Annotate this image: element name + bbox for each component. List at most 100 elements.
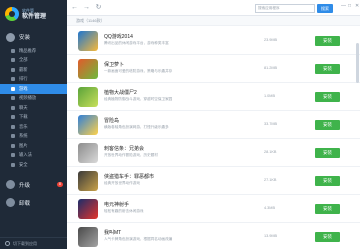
app-row[interactable]: 植物大战僵尸2 经典植物防御战斗游戏，穿越时空保卫家园 1.0MB 安装 xyxy=(67,83,360,111)
uninstall-icon xyxy=(6,198,15,207)
logo-small-text: 软件管 xyxy=(22,7,34,13)
app-icon xyxy=(78,31,98,51)
search-button[interactable]: 搜索 xyxy=(317,4,333,13)
sidebar-item-featured[interactable]: 精品推荐 xyxy=(0,46,67,56)
app-description: 一款画面可爱的塔防游戏，策略与乐趣并存 xyxy=(104,69,173,73)
install-button[interactable]: 安装 xyxy=(315,36,340,46)
app-row[interactable]: 我叫MT 人气卡牌角色扮演游戏，根据同名动画改编 13.9MB 安装 xyxy=(67,223,360,249)
sidebar-item-download[interactable]: 下载 xyxy=(0,113,67,123)
sidebar-section-upgrade[interactable]: 升级 8 xyxy=(0,176,67,194)
sidebar-item-label: 安全 xyxy=(19,161,28,167)
install-button[interactable]: 安装 xyxy=(315,204,340,214)
app-description: 人气卡牌角色扮演游戏，根据同名动画改编 xyxy=(104,237,173,241)
system-icon xyxy=(11,134,15,139)
search-input[interactable]: 搜索应用程序 xyxy=(255,4,315,13)
logo-main-text: 软件管理 xyxy=(22,13,47,20)
sidebar-item-all[interactable]: 全部 xyxy=(0,56,67,66)
sidebar-item-chat[interactable]: 聊天 xyxy=(0,103,67,113)
ranking-icon xyxy=(11,77,15,82)
app-icon xyxy=(78,115,98,135)
app-size: 27.1KB xyxy=(264,178,277,182)
all-icon xyxy=(11,58,15,63)
latest-icon xyxy=(11,67,15,72)
app-row[interactable]: 侠盗猎车手：罪恶都市 经典开放世界动作游戏 27.1KB 安装 xyxy=(67,167,360,195)
sidebar-item-label: 系统 xyxy=(19,133,28,139)
app-name: 侠盗猎车手：罪恶都市 xyxy=(104,174,155,180)
keyboard-icon xyxy=(11,153,15,158)
app-logo: 软件管 软件管理 xyxy=(0,0,67,28)
search-placeholder: 搜索应用程序 xyxy=(258,6,280,10)
sidebar-item-label: 图片 xyxy=(19,142,28,148)
download-circle-icon xyxy=(5,241,10,246)
sidebar-item-label: 排行 xyxy=(19,76,28,82)
sidebar-item-images[interactable]: 图片 xyxy=(0,141,67,151)
install-button[interactable]: 安装 xyxy=(315,64,340,74)
upgrade-count-badge: 8 xyxy=(57,182,63,187)
sidebar-section-label: 升级 xyxy=(19,182,31,189)
app-icon xyxy=(78,143,98,163)
app-name: 保卫萝卜 xyxy=(104,62,125,68)
sidebar-item-label: 全部 xyxy=(19,57,28,63)
app-size: 81.2MB xyxy=(264,66,278,70)
app-icon xyxy=(78,227,98,247)
featured-icon xyxy=(11,48,15,53)
app-name: 刺客信条：兄弟会 xyxy=(104,146,145,152)
forward-icon[interactable]: → xyxy=(82,3,91,12)
install-button[interactable]: 安装 xyxy=(315,148,340,158)
app-description: 开放世界动作冒险游戏，历史题材 xyxy=(104,153,158,157)
install-button[interactable]: 安装 xyxy=(315,176,340,186)
app-name: 植物大战僵尸2 xyxy=(104,90,137,96)
app-name: 冒险岛 xyxy=(104,118,120,124)
sidebar-item-system[interactable]: 系统 xyxy=(0,132,67,142)
sidebar-item-games[interactable]: 游戏 xyxy=(0,84,67,94)
app-size: 23.9MB xyxy=(264,38,278,42)
sidebar-item-label: 输入法 xyxy=(19,152,32,158)
maximize-icon[interactable]: □ xyxy=(348,3,351,9)
sidebar-item-label: 下载 xyxy=(19,114,28,120)
app-list-panel: 游戏（1146款） QQ游戏2014 腾讯出品的休闲游戏平台，游戏种类丰富 23.9… xyxy=(67,16,360,249)
sidebar-item-latest[interactable]: 最新 xyxy=(0,65,67,75)
shield-icon xyxy=(11,162,15,167)
upgrade-icon xyxy=(6,180,15,189)
chat-icon xyxy=(11,105,15,110)
minimize-icon[interactable]: — xyxy=(341,3,346,9)
app-description: 轻松有趣的射击休闲游戏 xyxy=(104,209,144,213)
sidebar-item-label: 最新 xyxy=(19,66,28,72)
install-button[interactable]: 安装 xyxy=(315,92,340,102)
app-row[interactable]: 电元神射手 轻松有趣的射击休闲游戏 4.3MB 安装 xyxy=(67,195,360,223)
sidebar-item-input[interactable]: 输入法 xyxy=(0,151,67,161)
sidebar-bottom-label: 切下载到应用 xyxy=(13,240,37,246)
sidebar-item-label: 游戏 xyxy=(19,85,28,91)
sidebar-item-ranking[interactable]: 排行 xyxy=(0,75,67,85)
scrollbar[interactable] xyxy=(356,43,359,83)
install-button[interactable]: 安装 xyxy=(315,120,340,130)
sidebar-item-label: 聊天 xyxy=(19,104,28,110)
app-description: 经典开放世界动作游戏 xyxy=(104,181,140,185)
app-row[interactable]: 刺客信条：兄弟会 开放世界动作冒险游戏，历史题材 28.1KB 安装 xyxy=(67,139,360,167)
app-name: 我叫MT xyxy=(104,230,122,236)
app-row[interactable]: 冒险岛 横版卷轴角色扮演网游，打怪升级乐趣多 33.7MB 安装 xyxy=(67,111,360,139)
music-icon xyxy=(11,124,15,129)
close-icon[interactable]: ✕ xyxy=(355,3,359,9)
install-button[interactable]: 安装 xyxy=(315,232,340,242)
app-row[interactable]: 保卫萝卜 一款画面可爱的塔防游戏，策略与乐趣并存 81.2MB 安装 xyxy=(67,55,360,83)
sidebar-item-security[interactable]: 安全 xyxy=(0,160,67,170)
sidebar-section-install[interactable]: 安装 xyxy=(0,28,67,46)
sidebar-section-uninstall[interactable]: 卸载 xyxy=(0,194,67,212)
app-row[interactable]: QQ游戏2014 腾讯出品的休闲游戏平台，游戏种类丰富 23.9MB 安装 xyxy=(67,27,360,55)
back-icon[interactable]: ← xyxy=(70,3,79,12)
app-description: 横版卷轴角色扮演网游，打怪升级乐趣多 xyxy=(104,125,169,129)
video-icon xyxy=(11,96,15,101)
sidebar-item-video[interactable]: 视频播放 xyxy=(0,94,67,104)
sidebar-item-music[interactable]: 音乐 xyxy=(0,122,67,132)
sidebar-section-label: 卸载 xyxy=(19,200,31,207)
games-icon xyxy=(11,86,15,91)
app-size: 33.7MB xyxy=(264,122,278,126)
app-size: 4.3MB xyxy=(264,206,275,210)
sidebar-bottom-link[interactable]: 切下载到应用 xyxy=(0,237,67,249)
sidebar: 软件管 软件管理 安装 精品推荐 全部 最新 排行 游戏 视频播放 聊天 下载 … xyxy=(0,0,67,249)
refresh-icon[interactable]: ↻ xyxy=(94,3,103,12)
app-size: 28.1KB xyxy=(264,150,277,154)
app-icon xyxy=(78,59,98,79)
app-description: 经典植物防御战斗游戏，穿越时空保卫家园 xyxy=(104,97,173,101)
